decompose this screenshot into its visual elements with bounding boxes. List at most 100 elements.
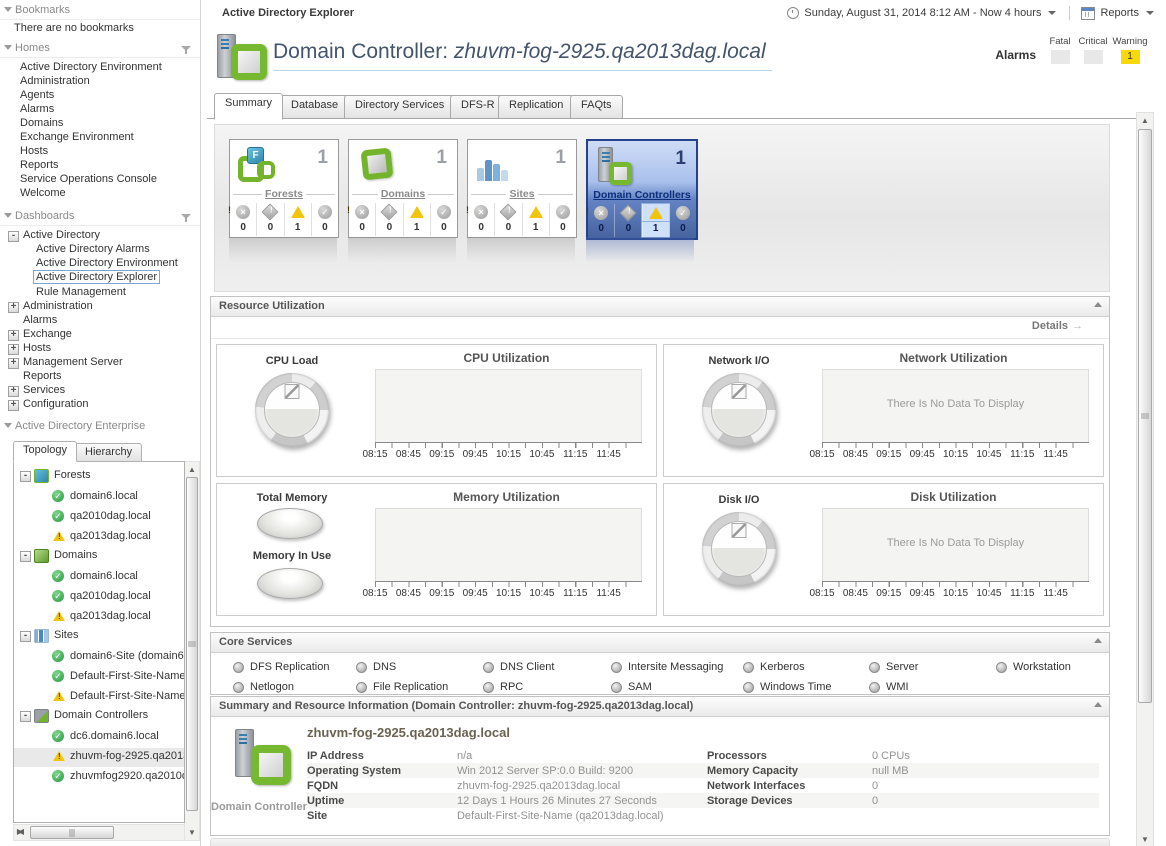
dash-item-active-directory-explorer-selected[interactable]: Active Directory Explorer [36,271,160,283]
homes-section-header[interactable]: Homes [0,40,200,58]
dash-node-configuration[interactable]: Configuration [23,398,88,410]
tree-collapse-box[interactable] [20,711,31,722]
tree-item[interactable]: Default-First-Site-Name [14,688,184,707]
time-range-dropdown-icon[interactable] [1048,11,1056,15]
service-dns[interactable]: DNS [356,661,483,673]
summary-header[interactable]: Summary and Resource Information (Domain… [211,697,1109,717]
tile-label[interactable]: Forests [230,188,338,201]
service-file-replication[interactable]: File Replication [356,681,483,693]
tab-topology[interactable]: Topology [13,441,77,462]
bookmarks-section-header[interactable]: Bookmarks [0,2,200,20]
tree-item[interactable]: qa2010dag.local [14,588,184,607]
service-rpc[interactable]: RPC [483,681,611,693]
tree-group-domains[interactable]: Domains [14,548,184,567]
resource-utilization-header[interactable]: Resource Utilization [211,297,1109,317]
warning-count-box[interactable]: 1 [1121,50,1140,64]
dash-node-management-server[interactable]: Management Server [23,356,123,368]
service-server[interactable]: Server [869,661,996,673]
filter-funnel-icon[interactable] [181,46,191,51]
service-intersite-messaging[interactable]: Intersite Messaging [611,661,743,673]
dash-node-alarms[interactable]: Alarms [23,314,57,326]
reports-dropdown-icon[interactable] [1146,11,1154,15]
service-wmi[interactable]: WMI [869,681,996,693]
sidebar-item-alarms[interactable]: Alarms [20,103,54,115]
tree-expand-box[interactable] [8,302,19,313]
dashboards-root-active-directory[interactable]: Active Directory [23,229,100,241]
scroll-down-arrow[interactable]: ▼ [1137,833,1153,846]
tab-faqts[interactable]: FAQts [570,95,623,119]
scroll-thumb[interactable] [30,826,114,839]
tile-domain-controllers-selected[interactable]: 1 Domain Controllers 00 10 [586,139,698,240]
tab-directory-services[interactable]: Directory Services [344,95,455,119]
tree-group-domain-controllers[interactable]: Domain Controllers [14,708,184,727]
fatal-count-box[interactable] [1051,50,1070,64]
sidebar-item-domains[interactable]: Domains [20,117,63,129]
tile-sites[interactable]: 1 Sites 00 10 [467,139,577,238]
sidebar-item-hosts[interactable]: Hosts [20,145,48,157]
service-netlogon[interactable]: Netlogon [233,681,356,693]
dash-item-active-directory-environment[interactable]: Active Directory Environment [36,257,178,269]
service-dns-client[interactable]: DNS Client [483,661,611,673]
tree-item[interactable]: dc6.domain6.local [14,728,184,747]
tile-label[interactable]: Domains [349,188,457,201]
memory-utilization-plot[interactable] [375,508,642,582]
service-sam[interactable]: SAM [611,681,743,693]
dash-node-administration[interactable]: Administration [23,300,93,312]
collapse-section-icon[interactable] [1094,302,1102,307]
sidebar-item-administration[interactable]: Administration [20,75,90,87]
tree-item[interactable]: domain6-Site (domain6.lo [14,648,184,667]
tile-label[interactable]: Domain Controllers [588,189,696,202]
tree-collapse-box[interactable] [20,471,31,482]
tree-item[interactable]: domain6.local [14,568,184,587]
scroll-thumb[interactable] [186,477,198,811]
tree-expand-box[interactable] [8,358,19,369]
tile-domains[interactable]: 1 Domains 00 10 [348,139,458,238]
tab-summary[interactable]: Summary [214,93,283,120]
scroll-thumb[interactable] [1138,129,1152,703]
sidebar-tree-vscrollbar[interactable]: ▲ ▼ [184,461,200,841]
tree-expand-box[interactable] [8,386,19,397]
scroll-right-arrow[interactable]: ▶ [14,825,26,840]
dash-item-rule-management[interactable]: Rule Management [36,286,126,298]
tab-hierarchy[interactable]: Hierarchy [75,443,142,462]
sidebar-tree-hscrollbar[interactable]: ◀ ▶ [13,824,185,841]
tree-collapse-box[interactable] [8,231,19,242]
tile-forests[interactable]: 1 Forests 00 10 [229,139,339,238]
sidebar-item-reports[interactable]: Reports [20,159,59,171]
sidebar-item-exchange-environment[interactable]: Exchange Environment [20,131,134,143]
details-link[interactable]: Details [1032,320,1083,332]
tree-item[interactable]: qa2013dag.local [14,608,184,627]
collapse-section-icon[interactable] [1094,702,1102,707]
tree-expand-box[interactable] [8,330,19,341]
tree-item[interactable]: qa2013dag.local [14,528,184,547]
filter-funnel-icon[interactable] [181,214,191,219]
total-memory-gauge[interactable] [257,508,323,539]
dash-node-exchange[interactable]: Exchange [23,328,72,340]
tab-replication[interactable]: Replication [498,95,574,119]
sidebar-item-welcome[interactable]: Welcome [20,187,66,199]
scroll-down-arrow[interactable]: ▼ [185,826,199,839]
scroll-up-arrow[interactable]: ▲ [185,463,199,476]
service-workstation[interactable]: Workstation [996,661,1109,673]
cpu-load-gauge[interactable] [255,373,329,447]
collapse-section-icon[interactable] [1094,638,1102,643]
memory-in-use-gauge[interactable] [257,568,323,599]
dash-node-services[interactable]: Services [23,384,65,396]
sidebar-item-active-directory-environment[interactable]: Active Directory Environment [20,61,162,73]
service-windows-time[interactable]: Windows Time [743,681,869,693]
tree-expand-box[interactable] [8,400,19,411]
sidebar-item-service-operations-console[interactable]: Service Operations Console [20,173,157,185]
scroll-up-arrow[interactable]: ▲ [1137,114,1153,127]
disk-utilization-plot[interactable]: There Is No Data To Display [822,508,1089,582]
enterprise-section-header[interactable]: Active Directory Enterprise [0,418,200,435]
tree-item[interactable]: zhuvmfog2920.qa2010d [14,768,184,787]
dashboards-section-header[interactable]: Dashboards [0,208,200,226]
tree-item[interactable]: qa2010dag.local [14,508,184,527]
tree-collapse-box[interactable] [20,551,31,562]
tile-label[interactable]: Sites [468,188,576,201]
core-services-header[interactable]: Core Services [211,633,1109,653]
time-range-text[interactable]: Sunday, August 31, 2014 8:12 AM - Now 4 … [804,7,1041,19]
tree-item[interactable]: domain6.local [14,488,184,507]
cpu-utilization-plot[interactable] [375,369,642,443]
tree-item[interactable]: Default-First-Site-Name [14,668,184,687]
